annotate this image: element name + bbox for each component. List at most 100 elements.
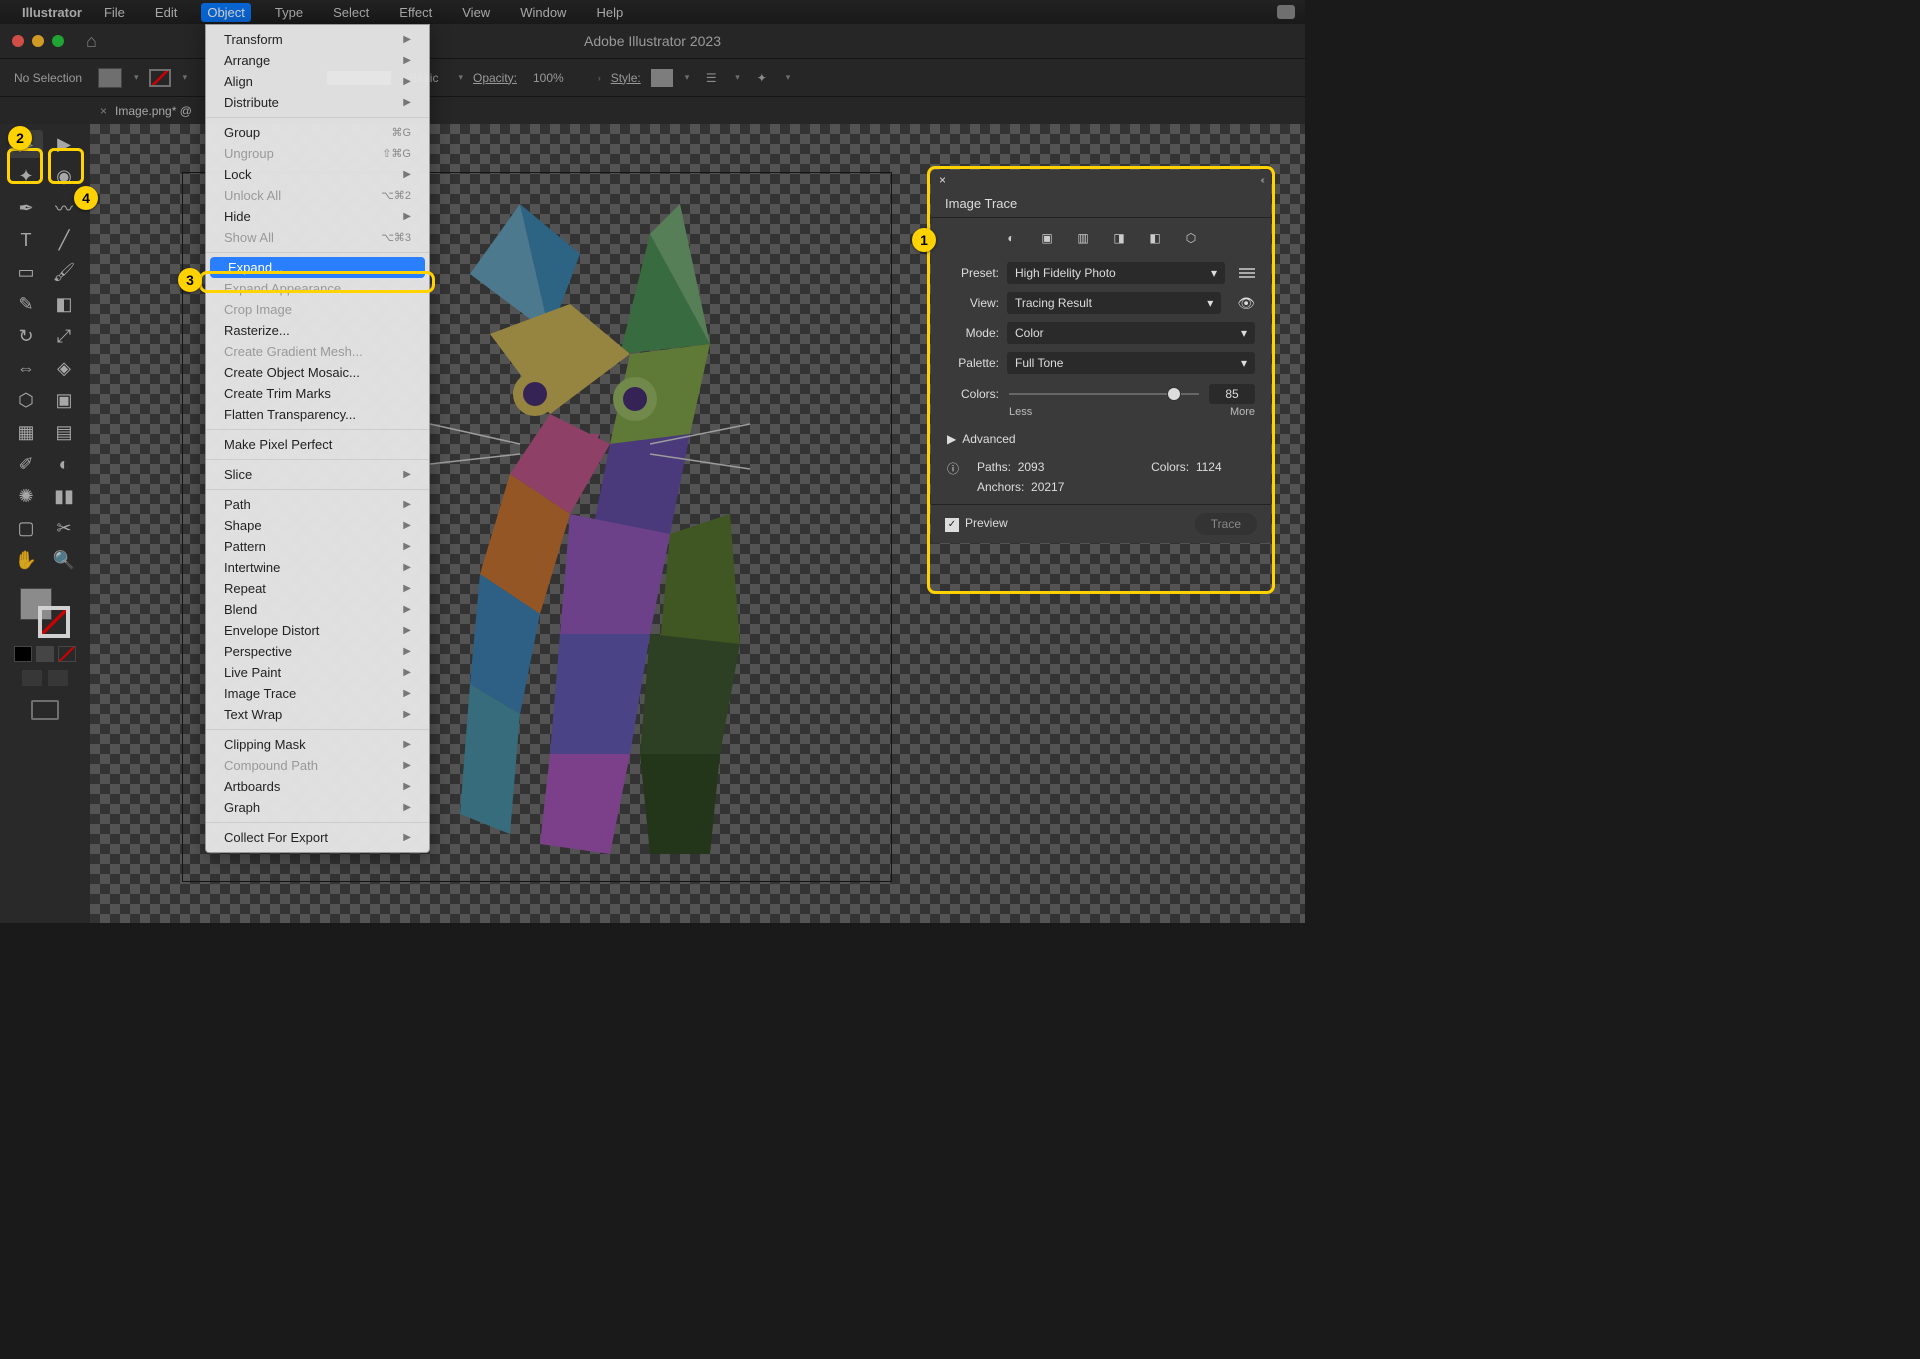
menu-item-create-trim-marks[interactable]: Create Trim Marks	[206, 383, 429, 404]
app-name[interactable]: Illustrator	[22, 5, 82, 20]
view-dropdown[interactable]: Tracing Result▾	[1007, 292, 1221, 314]
menu-item-text-wrap[interactable]: Text Wrap▶	[206, 704, 429, 725]
tab-close-icon[interactable]: ×	[100, 104, 107, 118]
menu-type[interactable]: Type	[269, 3, 309, 22]
gradient-tool[interactable]: ▤	[47, 418, 81, 446]
mode-dropdown[interactable]: Color▾	[1007, 322, 1255, 344]
view-eye-icon[interactable]: 👁	[1237, 295, 1255, 312]
eraser-tool[interactable]: ◧	[47, 290, 81, 318]
menu-item-graph[interactable]: Graph▶	[206, 797, 429, 818]
fill-swatch[interactable]	[98, 68, 122, 88]
direct-selection-tool[interactable]: ▶	[47, 130, 81, 158]
tab-name[interactable]: Image.png* @	[115, 104, 192, 118]
advanced-disclosure-icon[interactable]: ▶	[947, 432, 956, 446]
artboard-tool[interactable]: ▢	[9, 514, 43, 542]
menu-item-align[interactable]: Align▶	[206, 71, 429, 92]
panel-collapse-icon[interactable]: ‹‹	[1260, 175, 1263, 186]
mesh-tool[interactable]: ▦	[9, 418, 43, 446]
object-menu-dropdown[interactable]: Transform▶Arrange▶Align▶Distribute▶ Group…	[205, 24, 430, 853]
menu-item-hide[interactable]: Hide▶	[206, 206, 429, 227]
menu-item-distribute[interactable]: Distribute▶	[206, 92, 429, 113]
shape-builder-tool[interactable]: ⬡	[9, 386, 43, 414]
preview-checkbox[interactable]: ✓Preview	[945, 516, 1008, 532]
menu-item-lock[interactable]: Lock▶	[206, 164, 429, 185]
menu-item-image-trace[interactable]: Image Trace▶	[206, 683, 429, 704]
menu-file[interactable]: File	[98, 3, 131, 22]
window-maximize-button[interactable]	[52, 35, 64, 47]
preset-gray-icon[interactable]: ◨	[1107, 228, 1131, 248]
scale-tool[interactable]: ⤢	[47, 322, 81, 350]
rotate-tool[interactable]: ↻	[9, 322, 43, 350]
colors-value[interactable]: 85	[1209, 384, 1255, 404]
menu-item-flatten-transparency-[interactable]: Flatten Transparency...	[206, 404, 429, 425]
menu-item-group[interactable]: Group⌘G	[206, 122, 429, 143]
slice-tool[interactable]: ✂	[47, 514, 81, 542]
shaper-tool[interactable]: ✎	[9, 290, 43, 318]
lasso-tool[interactable]: ◉	[47, 162, 81, 190]
menu-item-envelope-distort[interactable]: Envelope Distort▶	[206, 620, 429, 641]
preset-bw-icon[interactable]: ◧	[1143, 228, 1167, 248]
menu-item-clipping-mask[interactable]: Clipping Mask▶	[206, 734, 429, 755]
control-center-icon[interactable]	[1277, 5, 1295, 19]
menu-item-artboards[interactable]: Artboards▶	[206, 776, 429, 797]
menu-item-path[interactable]: Path▶	[206, 494, 429, 515]
opacity-value[interactable]: 100%	[527, 69, 570, 87]
menu-item-pattern[interactable]: Pattern▶	[206, 536, 429, 557]
preset-photo-icon[interactable]: ▣	[1035, 228, 1059, 248]
menu-view[interactable]: View	[456, 3, 496, 22]
palette-dropdown[interactable]: Full Tone▾	[1007, 352, 1255, 374]
rectangle-tool[interactable]: ▭	[9, 258, 43, 286]
perspective-tool[interactable]: ▣	[47, 386, 81, 414]
panel-title[interactable]: Image Trace	[931, 190, 1271, 218]
menu-help[interactable]: Help	[590, 3, 629, 22]
trace-button[interactable]: Trace	[1195, 513, 1257, 535]
colors-slider[interactable]	[1009, 393, 1199, 395]
stroke-swatch-icon[interactable]	[149, 69, 171, 87]
menu-item-collect-for-export[interactable]: Collect For Export▶	[206, 827, 429, 848]
screen-mode-icon[interactable]	[31, 700, 59, 720]
menu-item-transform[interactable]: Transform▶	[206, 29, 429, 50]
style-swatch[interactable]	[651, 69, 673, 87]
menu-window[interactable]: Window	[514, 3, 572, 22]
menu-item-live-paint[interactable]: Live Paint▶	[206, 662, 429, 683]
paintbrush-tool[interactable]: 🖌	[47, 258, 81, 286]
preset-menu-icon[interactable]	[1239, 268, 1255, 278]
menu-item-blend[interactable]: Blend▶	[206, 599, 429, 620]
menu-effect[interactable]: Effect	[393, 3, 438, 22]
column-graph-tool[interactable]: ▮▮	[47, 482, 81, 510]
transform-icon[interactable]: ✦	[750, 68, 774, 88]
menu-select[interactable]: Select	[327, 3, 375, 22]
pen-tool[interactable]: ✒	[9, 194, 43, 222]
menu-item-rasterize-[interactable]: Rasterize...	[206, 320, 429, 341]
align-icon[interactable]: ☰	[699, 68, 723, 88]
blend-tool[interactable]: ◐	[47, 450, 81, 478]
draw-mode-icons[interactable]	[22, 670, 68, 686]
preset-auto-icon[interactable]: ◐	[999, 228, 1023, 248]
hand-tool[interactable]: ✋	[9, 546, 43, 574]
preset-outline-icon[interactable]: ⬡	[1179, 228, 1203, 248]
symbol-sprayer-tool[interactable]: ✺	[9, 482, 43, 510]
preset-low-icon[interactable]: ▥	[1071, 228, 1095, 248]
menu-edit[interactable]: Edit	[149, 3, 183, 22]
menu-item-perspective[interactable]: Perspective▶	[206, 641, 429, 662]
fill-stroke-control[interactable]	[20, 588, 70, 638]
type-tool[interactable]: T	[9, 226, 43, 254]
color-mode-swatches[interactable]	[14, 646, 76, 662]
home-icon[interactable]: ⌂	[86, 31, 97, 52]
preset-dropdown[interactable]: High Fidelity Photo▾	[1007, 262, 1225, 284]
menu-item-slice[interactable]: Slice▶	[206, 464, 429, 485]
panel-close-icon[interactable]: ×	[939, 173, 946, 187]
zoom-tool[interactable]: 🔍	[47, 546, 81, 574]
menu-item-make-pixel-perfect[interactable]: Make Pixel Perfect	[206, 434, 429, 455]
advanced-label[interactable]: Advanced	[962, 432, 1015, 446]
menu-item-intertwine[interactable]: Intertwine▶	[206, 557, 429, 578]
menu-item-arrange[interactable]: Arrange▶	[206, 50, 429, 71]
menu-item-repeat[interactable]: Repeat▶	[206, 578, 429, 599]
width-tool[interactable]: ⇔	[9, 354, 43, 382]
eyedropper-tool[interactable]: ✐	[9, 450, 43, 478]
menu-item-create-object-mosaic-[interactable]: Create Object Mosaic...	[206, 362, 429, 383]
free-transform-tool[interactable]: ◈	[47, 354, 81, 382]
menu-object[interactable]: Object	[201, 3, 251, 22]
menu-item-shape[interactable]: Shape▶	[206, 515, 429, 536]
line-tool[interactable]: ╱	[47, 226, 81, 254]
